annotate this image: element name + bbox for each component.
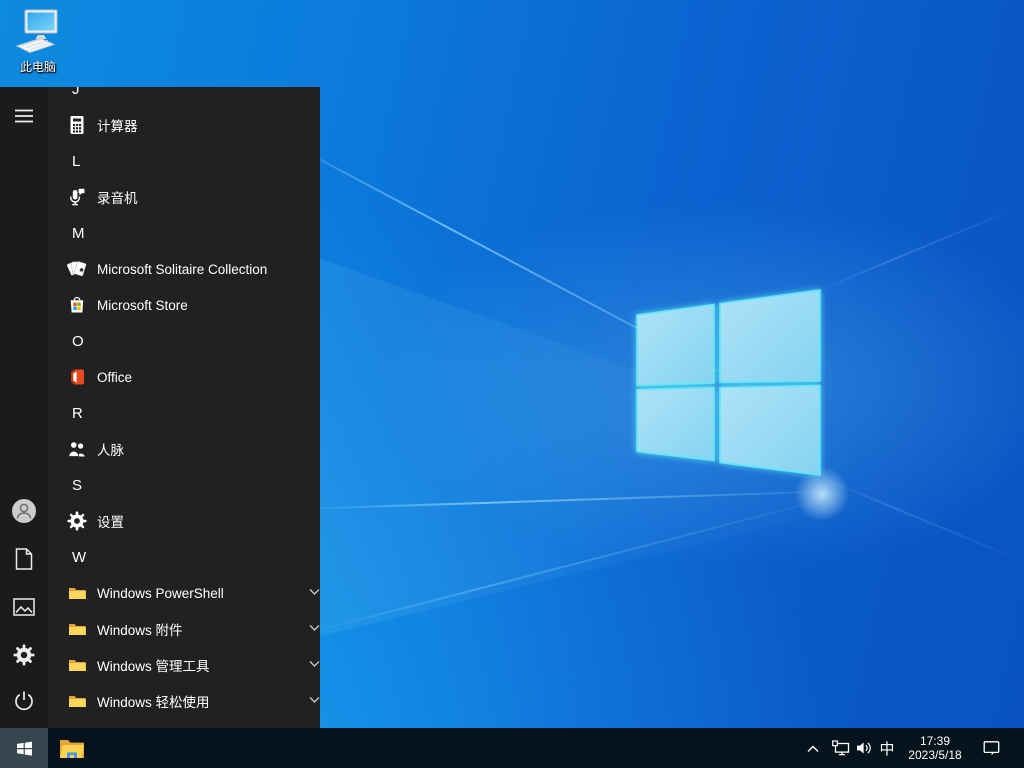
section-header-R[interactable]: R [48, 395, 320, 431]
app-label: Windows 管理工具 [97, 659, 210, 674]
section-header-S[interactable]: S [48, 467, 320, 503]
app-label: Office [97, 369, 133, 385]
hamburger-menu-button[interactable] [0, 96, 48, 136]
app-row-windows-ease-of-access[interactable]: Windows 轻松使用 [48, 683, 320, 719]
app-row-microsoft-store[interactable]: Microsoft Store [48, 287, 320, 323]
document-icon [15, 548, 33, 570]
app-label: Windows 附件 [97, 623, 183, 638]
tray-ime-indicator[interactable]: 中 [875, 728, 899, 768]
app-label: Microsoft Solitaire Collection [97, 261, 268, 277]
settings-gear-icon [66, 510, 88, 532]
chevron-down-icon[interactable] [309, 588, 320, 596]
power-button[interactable] [0, 681, 48, 721]
section-letter: W [72, 548, 87, 566]
pictures-button[interactable] [0, 587, 48, 627]
section-letter: S [72, 476, 83, 494]
hamburger-icon [15, 109, 33, 123]
windows-desktop: 此电脑 J 计算器 L 录音机 M ♠ Microsoft Solitaire … [0, 0, 1024, 768]
app-label: 计算器 [97, 119, 138, 134]
chevron-up-icon [807, 745, 819, 752]
settings-rail-button[interactable] [0, 635, 48, 675]
clock-date: 2023/5/18 [908, 748, 962, 762]
documents-button[interactable] [0, 539, 48, 579]
app-label: 设置 [97, 515, 124, 530]
app-label: Windows PowerShell [97, 585, 224, 601]
section-letter: M [72, 224, 85, 242]
app-label: Microsoft Store [97, 297, 188, 313]
section-letter: R [72, 404, 83, 422]
app-row-windows-admin-tools[interactable]: Windows 管理工具 [48, 647, 320, 683]
start-menu: J 计算器 L 录音机 M ♠ Microsoft Solitaire Coll… [0, 87, 320, 728]
power-icon [15, 691, 33, 711]
folder-icon [66, 654, 88, 676]
people-icon [66, 438, 88, 460]
chevron-down-icon[interactable] [309, 696, 320, 704]
app-row-calculator[interactable]: 计算器 [48, 107, 320, 143]
action-center-button[interactable] [972, 728, 1010, 768]
windows-start-icon [16, 741, 32, 756]
section-letter: L [72, 152, 81, 170]
app-row-solitaire[interactable]: ♠ Microsoft Solitaire Collection [48, 251, 320, 287]
app-row-windows-accessories[interactable]: Windows 附件 [48, 611, 320, 647]
app-row-settings[interactable]: 设置 [48, 503, 320, 539]
microsoft-store-icon [66, 294, 88, 316]
clock-time: 17:39 [919, 734, 951, 748]
network-icon [832, 740, 850, 756]
chevron-down-icon[interactable] [309, 660, 320, 668]
section-header-M[interactable]: M [48, 215, 320, 251]
app-row-windows-powershell[interactable]: Windows PowerShell [48, 575, 320, 611]
section-header-L[interactable]: L [48, 143, 320, 179]
app-row-partial[interactable] [48, 719, 320, 728]
file-explorer-icon [60, 740, 84, 758]
user-account-button[interactable] [0, 491, 48, 531]
voice-recorder-icon [66, 186, 88, 208]
app-label: 录音机 [97, 191, 138, 206]
app-label: 人脉 [97, 443, 124, 458]
start-menu-rail [0, 87, 48, 728]
windows-logo [636, 289, 821, 476]
folder-icon [66, 618, 88, 640]
section-header-J[interactable]: J [48, 87, 320, 107]
app-row-office[interactable]: Office [48, 359, 320, 395]
ime-label: 中 [879, 740, 895, 758]
user-avatar-icon [12, 499, 36, 523]
office-icon [66, 366, 88, 388]
file-explorer-button[interactable] [48, 728, 96, 768]
gear-icon [13, 644, 35, 666]
this-pc-desktop-icon[interactable]: 此电脑 [4, 8, 72, 75]
app-row-people[interactable]: 人脉 [48, 431, 320, 467]
this-pc-label: 此电脑 [19, 60, 56, 74]
section-letter: J [72, 87, 80, 98]
tray-clock[interactable]: 17:39 2023/5/18 [899, 728, 971, 768]
calculator-icon [66, 114, 88, 136]
section-letter: O [72, 332, 84, 350]
tray-network-status[interactable] [828, 728, 854, 768]
folder-icon [66, 690, 88, 712]
action-center-icon [983, 741, 999, 756]
chevron-down-icon[interactable] [309, 624, 320, 632]
folder-icon [66, 582, 88, 604]
section-header-W[interactable]: W [48, 539, 320, 575]
tray-volume[interactable] [852, 728, 876, 768]
app-label: Windows 轻松使用 [97, 695, 210, 710]
taskbar: 中 17:39 2023/5/18 [0, 728, 1024, 768]
start-button[interactable] [0, 728, 48, 768]
solitaire-icon: ♠ [66, 258, 88, 280]
this-pc-icon [15, 9, 58, 54]
app-row-voice-recorder[interactable]: 录音机 [48, 179, 320, 215]
volume-icon [856, 742, 871, 754]
tray-show-hidden-icons[interactable] [801, 728, 825, 768]
section-header-O[interactable]: O [48, 323, 320, 359]
pictures-icon [13, 598, 35, 616]
